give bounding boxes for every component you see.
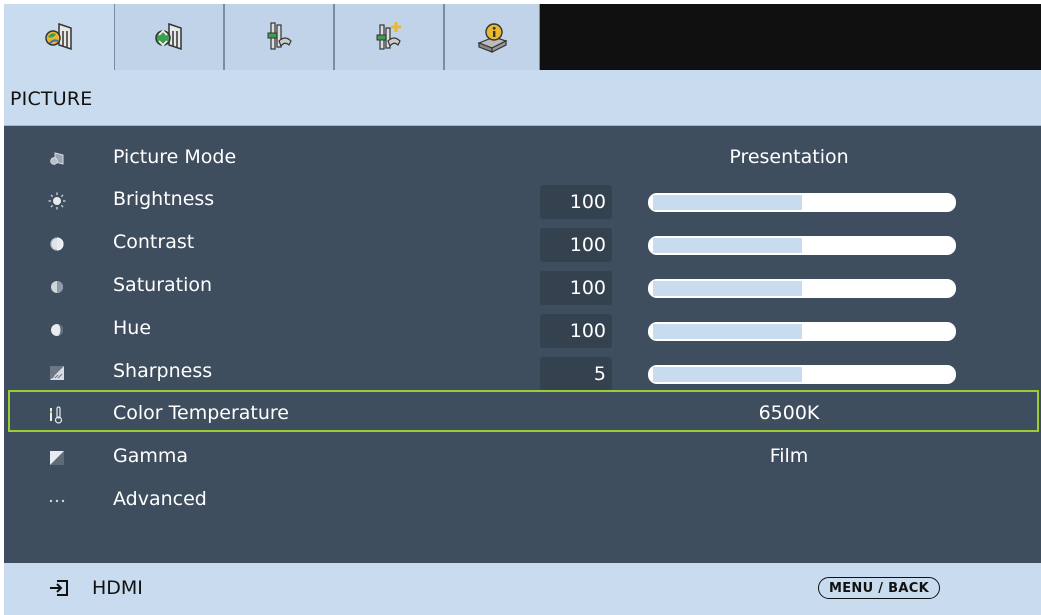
slider-fill — [653, 238, 803, 253]
tab-info[interactable] — [444, 4, 540, 70]
hue-icon — [48, 321, 66, 339]
menu-title-bar: PICTURE — [4, 70, 1041, 126]
info-tab-icon — [477, 23, 508, 53]
saturation-icon — [48, 278, 66, 296]
sharpness-value: 5 — [540, 357, 612, 391]
page-title: PICTURE — [10, 88, 93, 110]
picture-tab-icon — [45, 22, 72, 51]
row-label: Contrast — [113, 231, 195, 253]
brightness-value: 100 — [540, 185, 612, 219]
display-tab-icon — [155, 22, 182, 51]
brightness-icon — [48, 192, 66, 210]
row-label: Saturation — [113, 274, 213, 296]
menu-item-gamma[interactable]: Gamma Film — [4, 437, 1041, 477]
sharpness-icon — [48, 364, 66, 382]
picture-mode-icon — [48, 150, 66, 168]
row-label: Picture Mode — [113, 146, 237, 168]
contrast-icon — [48, 235, 66, 253]
menu-item-contrast[interactable]: Contrast 100 — [4, 223, 1041, 263]
tab-setup[interactable] — [224, 4, 334, 70]
slider-fill — [653, 324, 803, 339]
menu-item-brightness[interactable]: Brightness 100 — [4, 180, 1041, 220]
saturation-slider[interactable] — [648, 279, 956, 298]
tab-display[interactable] — [114, 4, 224, 70]
row-label: Brightness — [113, 188, 215, 210]
hue-value: 100 — [540, 314, 612, 348]
menu-item-picture-mode[interactable]: Picture Mode Presentation — [4, 138, 1041, 178]
row-label: Sharpness — [113, 360, 213, 382]
saturation-value: 100 — [540, 271, 612, 305]
row-label: Color Temperature — [113, 402, 290, 424]
row-label: Hue — [113, 317, 152, 339]
menu-item-color-temperature[interactable]: Color Temperature 6500K — [4, 390, 1041, 434]
gamma-icon — [48, 449, 66, 467]
advanced-setup-tab-icon — [376, 22, 401, 50]
menu-item-saturation[interactable]: Saturation 100 — [4, 266, 1041, 306]
input-source-icon — [48, 578, 70, 602]
tab-bar — [4, 4, 1041, 70]
slider-fill — [653, 195, 803, 210]
input-source-label: HDMI — [92, 577, 143, 599]
more-icon — [48, 492, 66, 510]
row-value: Film — [769, 445, 809, 467]
row-label: Gamma — [113, 445, 189, 467]
row-value: 6500K — [758, 402, 820, 424]
menu-item-sharpness[interactable]: Sharpness 5 — [4, 352, 1041, 392]
status-bar: HDMI MENU / BACK — [4, 563, 1041, 615]
menu-item-advanced[interactable]: Advanced — [4, 480, 1041, 520]
row-label: Advanced — [113, 488, 207, 510]
menu-back-hint: MENU / BACK — [818, 577, 940, 599]
slider-fill — [653, 281, 803, 296]
menu-item-hue[interactable]: Hue 100 — [4, 309, 1041, 349]
contrast-slider[interactable] — [648, 236, 956, 255]
row-value: Presentation — [729, 146, 849, 168]
setup-tab-icon — [267, 22, 292, 50]
contrast-value: 100 — [540, 228, 612, 262]
slider-fill — [653, 367, 803, 382]
tab-picture[interactable] — [4, 4, 114, 70]
brightness-slider[interactable] — [648, 193, 956, 212]
sharpness-slider[interactable] — [648, 365, 956, 384]
osd-menu: PICTURE Picture Mode Presentation Bright… — [4, 4, 1041, 615]
tab-advanced-setup[interactable] — [334, 4, 444, 70]
color-temperature-icon — [48, 406, 66, 424]
hue-slider[interactable] — [648, 322, 956, 341]
